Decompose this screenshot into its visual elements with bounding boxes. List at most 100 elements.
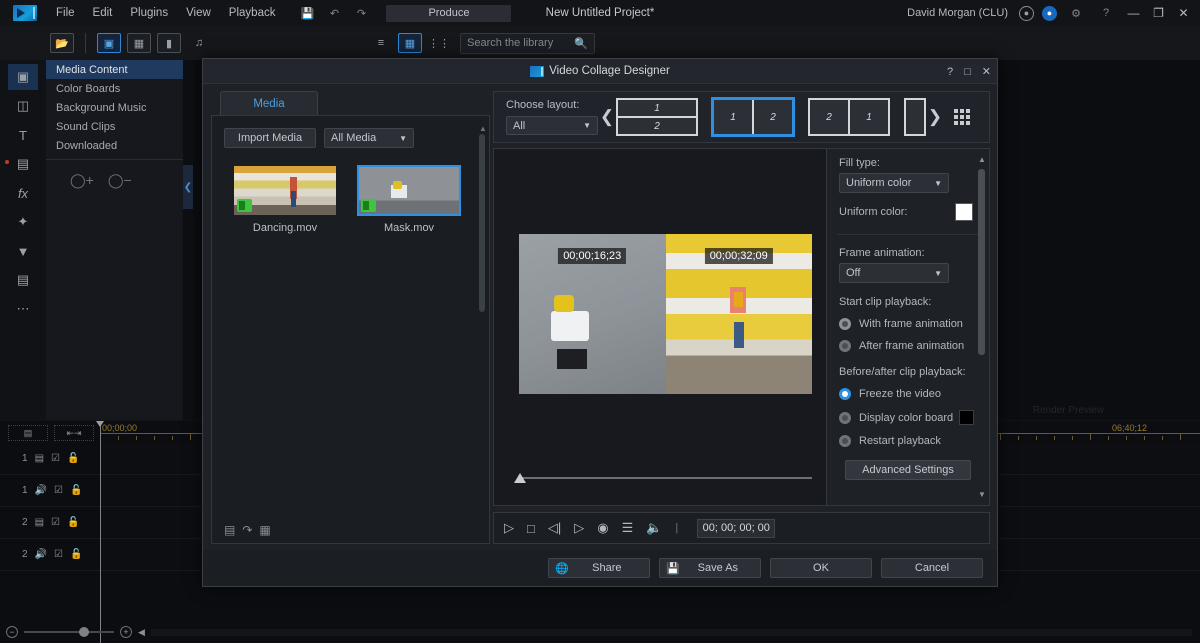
fill-type-select[interactable]: Uniform color ▼: [839, 173, 949, 193]
snapshot-icon[interactable]: ◉: [597, 520, 608, 536]
sidebar-item-background-music[interactable]: Background Music: [46, 98, 183, 117]
more-icon[interactable]: ⋯: [8, 296, 38, 322]
tab-media[interactable]: Media: [220, 91, 318, 115]
advanced-settings-button[interactable]: Advanced Settings: [845, 460, 971, 480]
produce-button[interactable]: Produce: [386, 5, 511, 22]
track-lock-icon[interactable]: 🔓: [67, 453, 79, 464]
import-folder-icon[interactable]: 📂: [50, 33, 74, 53]
collage-cell-2[interactable]: 00;00;32;09: [666, 234, 813, 394]
undo-icon[interactable]: ↶: [323, 4, 345, 22]
menu-icon[interactable]: ☰: [622, 520, 634, 536]
layout-thumb-1[interactable]: 1 2: [616, 98, 698, 136]
import-media-button[interactable]: Import Media: [224, 128, 316, 148]
menu-plugins[interactable]: Plugins: [121, 4, 177, 22]
collage-cell-icon[interactable]: ▦: [259, 523, 270, 537]
options-scrollbar[interactable]: ▲ ▼: [978, 155, 986, 499]
layout-icon[interactable]: ▤: [8, 267, 38, 293]
settings-gear-icon[interactable]: ⚙: [1065, 4, 1087, 22]
list-view-icon[interactable]: ≡: [369, 33, 393, 53]
transition-room-icon[interactable]: ▤: [8, 151, 38, 177]
replace-clip-icon[interactable]: ▤: [224, 523, 235, 537]
audio-note-icon[interactable]: ♫: [187, 33, 211, 53]
media-scrollbar[interactable]: ▲: [479, 124, 486, 509]
grid-view-icon[interactable]: ▦: [398, 33, 422, 53]
layout-thumb-3[interactable]: 2 1: [808, 98, 890, 136]
next-frame-icon[interactable]: ▷: [574, 520, 584, 536]
track-visibility-checkbox[interactable]: ☑: [51, 517, 60, 528]
search-icon[interactable]: 🔍: [574, 37, 588, 50]
layout-thumb-4[interactable]: [904, 98, 926, 136]
play-icon[interactable]: ▷: [504, 520, 514, 536]
image-icon[interactable]: ▮: [157, 33, 181, 53]
cancel-button[interactable]: Cancel: [881, 558, 983, 578]
search-input[interactable]: Search the library 🔍: [460, 33, 595, 54]
help-icon[interactable]: ?: [1095, 4, 1117, 22]
scroll-left-icon[interactable]: ◀: [138, 627, 145, 638]
track-lock-icon[interactable]: 🔓: [70, 549, 82, 560]
add-tag-icon[interactable]: ◯+: [70, 172, 94, 189]
media-thumbnail[interactable]: [234, 166, 336, 215]
slider-knob[interactable]: [514, 473, 526, 483]
track-visibility-checkbox[interactable]: ☑: [54, 485, 63, 496]
grid-icon[interactable]: [954, 109, 970, 125]
transport-timecode[interactable]: 00; 00; 00; 00: [697, 519, 775, 538]
notification-icon[interactable]: ●: [1042, 6, 1057, 21]
track-visibility-checkbox[interactable]: ☑: [54, 549, 63, 560]
restore-button[interactable]: ❐: [1150, 5, 1167, 22]
scroll-up-icon[interactable]: ▲: [978, 155, 986, 164]
redo-icon[interactable]: ↷: [350, 4, 372, 22]
menu-file[interactable]: File: [47, 4, 84, 22]
layout-next-button[interactable]: ❯: [926, 95, 944, 139]
save-icon[interactable]: 💾: [296, 4, 318, 22]
list-item[interactable]: Dancing.mov: [234, 166, 336, 234]
text-icon[interactable]: T: [8, 122, 38, 148]
playhead[interactable]: [100, 421, 101, 643]
close-icon[interactable]: ✕: [982, 65, 991, 78]
track-visibility-checkbox[interactable]: ☑: [51, 453, 60, 464]
radio-restart-playback[interactable]: Restart playback: [827, 435, 989, 447]
scrollbar-thumb[interactable]: [479, 134, 485, 312]
media-library-icon[interactable]: ▣: [97, 33, 121, 53]
menu-playback[interactable]: Playback: [220, 4, 285, 22]
zoom-out-button[interactable]: −: [6, 626, 18, 638]
help-icon[interactable]: ?: [947, 66, 953, 78]
scroll-up-icon[interactable]: ▲: [479, 124, 486, 133]
fx-icon[interactable]: fx: [8, 180, 38, 206]
magnet-icon[interactable]: ⇤⇥: [54, 425, 94, 441]
detail-view-icon[interactable]: ⋮⋮: [427, 33, 451, 53]
uniform-color-swatch[interactable]: [955, 203, 973, 221]
stage-timeline-slider[interactable]: [506, 473, 812, 483]
ok-button[interactable]: OK: [770, 558, 872, 578]
scroll-down-icon[interactable]: ▼: [978, 490, 986, 499]
collage-stage[interactable]: 00;00;16;23 00;00;32;09: [493, 148, 827, 506]
radio-freeze-the-video[interactable]: Freeze the video: [827, 388, 989, 400]
title-room-icon[interactable]: ◫: [8, 93, 38, 119]
layout-prev-button[interactable]: ❮: [598, 95, 616, 139]
sidebar-item-media-content[interactable]: Media Content: [46, 60, 183, 79]
collage-cell-1[interactable]: 00;00;16;23: [519, 234, 666, 394]
slider-track[interactable]: [518, 477, 812, 479]
horizontal-scrollbar[interactable]: [151, 629, 1192, 636]
prev-frame-icon[interactable]: ◁|: [548, 520, 561, 536]
share-button[interactable]: 🌐 Share: [548, 558, 650, 578]
mask-icon[interactable]: ▼: [8, 238, 38, 264]
minimize-button[interactable]: —: [1125, 5, 1142, 22]
frame-animation-select[interactable]: Off ▼: [839, 263, 949, 283]
sidebar-item-downloaded[interactable]: Downloaded: [46, 136, 183, 155]
account-icon[interactable]: ●: [1019, 6, 1034, 21]
menu-view[interactable]: View: [177, 4, 220, 22]
remove-tag-icon[interactable]: ◯−: [108, 172, 132, 189]
media-thumbnail[interactable]: [358, 166, 460, 215]
volume-icon[interactable]: 🔈: [646, 520, 662, 536]
scrollbar-thumb[interactable]: [978, 169, 985, 355]
title-room-icon[interactable]: ▦: [127, 33, 151, 53]
zoom-slider[interactable]: [24, 631, 114, 633]
particle-icon[interactable]: ✦: [8, 209, 38, 235]
media-filter-select[interactable]: All Media ▼: [324, 128, 414, 148]
list-item[interactable]: Mask.mov: [358, 166, 460, 234]
library-collapse-button[interactable]: ❮: [183, 165, 193, 209]
zoom-in-button[interactable]: +: [120, 626, 132, 638]
media-room-icon[interactable]: ▣: [8, 64, 38, 90]
radio-with-frame-animation[interactable]: With frame animation: [827, 318, 989, 330]
close-button[interactable]: ✕: [1175, 5, 1192, 22]
